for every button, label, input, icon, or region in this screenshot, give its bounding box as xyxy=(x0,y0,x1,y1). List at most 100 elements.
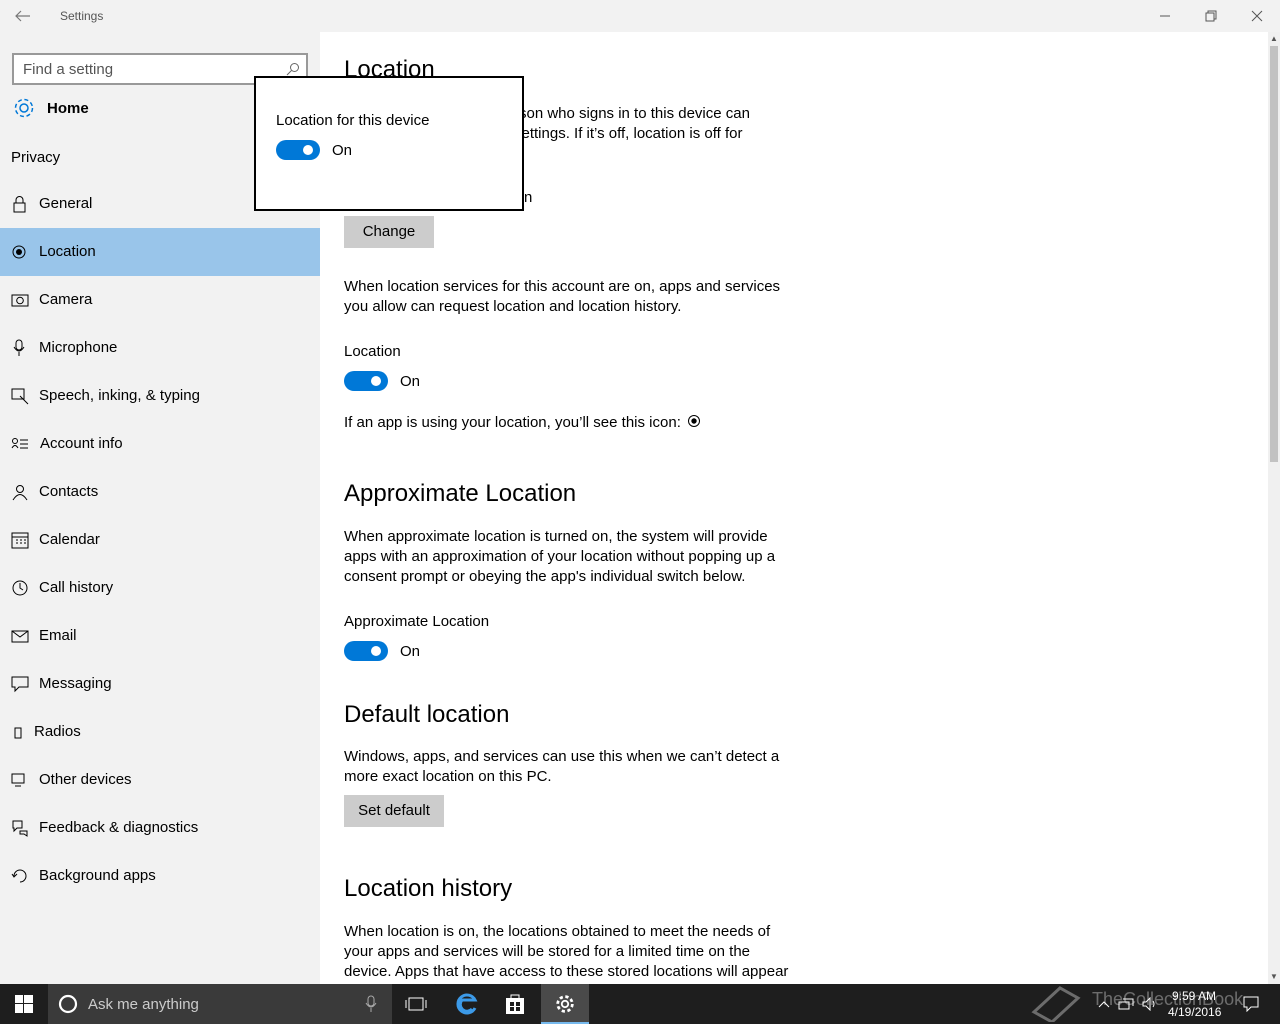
location-toggle[interactable] xyxy=(344,371,388,391)
sidebar-item-email[interactable]: Email xyxy=(0,612,320,660)
taskbar: Ask me anything TheCollectionBook 9:59 A… xyxy=(0,984,1280,1024)
task-view-button[interactable] xyxy=(392,984,440,1024)
microphone-icon xyxy=(11,339,29,357)
minimize-button[interactable] xyxy=(1142,0,1188,32)
approximate-location-heading: Approximate Location xyxy=(344,480,577,507)
action-center-icon xyxy=(1243,996,1259,1012)
sidebar-item-label: Calendar xyxy=(39,531,100,548)
location-device-popup: Location for this device On xyxy=(254,76,524,211)
sidebar-item-label: Feedback & diagnostics xyxy=(39,819,199,836)
approximate-location-text: When approximate location is turned on, … xyxy=(344,528,776,585)
sidebar-item-radios[interactable]: Radios xyxy=(0,708,320,756)
cortana-search-box[interactable]: Ask me anything xyxy=(48,984,392,1024)
change-button[interactable]: Change xyxy=(344,216,434,248)
sidebar-item-label: Call history xyxy=(39,579,114,596)
feedback-icon xyxy=(11,819,29,837)
sidebar-item-calendar[interactable]: Calendar xyxy=(0,516,320,564)
location-label: Location xyxy=(344,343,401,360)
sidebar-item-label: General xyxy=(39,195,93,212)
cortana-placeholder: Ask me anything xyxy=(88,996,199,1013)
device-location-toggle[interactable] xyxy=(276,140,320,160)
set-default-button[interactable]: Set default xyxy=(344,795,444,827)
network-icon xyxy=(1118,998,1134,1010)
approximate-location-toggle-state: On xyxy=(400,643,421,660)
location-indicator-icon xyxy=(688,415,701,427)
edge-button[interactable] xyxy=(443,984,491,1024)
clock[interactable]: 9:59 AM 4/19/2016 xyxy=(1168,988,1221,1020)
restore-icon xyxy=(1205,10,1217,22)
title-bar: Settings xyxy=(0,0,1280,32)
sidebar-item-label: Email xyxy=(39,627,77,644)
restore-button[interactable] xyxy=(1188,0,1234,32)
call-history-icon xyxy=(11,579,29,597)
book-watermark-icon xyxy=(1031,986,1081,1022)
account-info-icon xyxy=(11,435,29,453)
approximate-location-toggle[interactable] xyxy=(344,641,388,661)
scrollbar[interactable]: ▲ ▼ xyxy=(1268,32,1280,984)
close-button[interactable] xyxy=(1234,0,1280,32)
default-location-heading: Default location xyxy=(344,701,510,728)
sidebar-item-label: Contacts xyxy=(39,483,99,500)
other-devices-icon xyxy=(11,771,29,789)
task-view-icon xyxy=(405,997,427,1011)
location-history-text: When location is on, the locations obtai… xyxy=(344,923,789,980)
start-button[interactable] xyxy=(0,984,48,1024)
sidebar-item-camera[interactable]: Camera xyxy=(0,276,320,324)
contacts-icon xyxy=(11,483,29,501)
device-status-text: n xyxy=(524,189,533,206)
store-icon xyxy=(506,994,524,1014)
location-icon xyxy=(11,243,29,261)
sidebar-item-location[interactable]: Location xyxy=(0,228,320,276)
calendar-icon xyxy=(11,531,29,549)
email-icon xyxy=(11,627,29,645)
scroll-down-icon[interactable]: ▼ xyxy=(1270,972,1278,981)
minimize-icon xyxy=(1160,15,1170,17)
sidebar-item-label: Messaging xyxy=(39,675,112,692)
location-icon-text-label: If an app is using your location, you’ll… xyxy=(344,414,681,431)
sidebar-item-feedback-diagnostics[interactable]: Feedback & diagnostics xyxy=(0,804,320,852)
volume-icon xyxy=(1142,997,1155,1011)
location-toggle-state: On xyxy=(400,373,421,390)
section-heading: Privacy xyxy=(11,149,61,166)
sidebar-item-label: Account info xyxy=(40,435,123,452)
sidebar-item-label: Microphone xyxy=(39,339,118,356)
sidebar-item-label: Speech, inking, & typing xyxy=(39,387,200,404)
close-icon xyxy=(1251,10,1263,22)
scroll-up-icon[interactable]: ▲ xyxy=(1270,34,1278,43)
search-placeholder: Find a setting xyxy=(23,61,114,78)
sidebar-item-microphone[interactable]: Microphone xyxy=(0,324,320,372)
background-apps-icon xyxy=(11,867,29,885)
sidebar-item-messaging[interactable]: Messaging xyxy=(0,660,320,708)
windows-logo-icon xyxy=(15,995,33,1013)
settings-taskbar-button[interactable] xyxy=(541,984,589,1024)
sidebar-item-label: Radios xyxy=(34,723,81,740)
account-location-text: When location services for this account … xyxy=(344,278,781,315)
sidebar-item-label: Location xyxy=(39,243,96,260)
radios-icon xyxy=(11,723,29,741)
search-icon xyxy=(286,63,299,76)
camera-icon xyxy=(11,291,29,309)
messaging-icon xyxy=(11,675,29,693)
tray-chevron-icon xyxy=(1098,1001,1110,1008)
sidebar-item-contacts[interactable]: Contacts xyxy=(0,468,320,516)
speech-icon xyxy=(11,387,29,405)
home-label: Home xyxy=(47,100,89,117)
sidebar-item-call-history[interactable]: Call history xyxy=(0,564,320,612)
location-icon-text: If an app is using your location, you’ll… xyxy=(344,414,701,431)
back-button[interactable] xyxy=(10,6,38,26)
microphone-icon xyxy=(365,995,377,1012)
scrollbar-thumb[interactable] xyxy=(1270,46,1278,462)
sidebar-item-other-devices[interactable]: Other devices xyxy=(0,756,320,804)
sidebar-item-label: Other devices xyxy=(39,771,132,788)
settings-gear-icon xyxy=(556,995,574,1013)
sidebar-item-speech-inking-typing[interactable]: Speech, inking, & typing xyxy=(0,372,320,420)
cortana-icon xyxy=(58,994,78,1014)
clock-time: 9:59 AM xyxy=(1171,989,1217,1003)
popup-label: Location for this device xyxy=(276,112,430,129)
store-button[interactable] xyxy=(491,984,539,1024)
sidebar-item-account-info[interactable]: Account info xyxy=(0,420,320,468)
approximate-location-label: Approximate Location xyxy=(344,613,490,630)
location-history-heading: Location history xyxy=(344,875,513,902)
sidebar-item-background-apps[interactable]: Background apps xyxy=(0,852,320,900)
device-location-toggle-state: On xyxy=(332,142,353,159)
